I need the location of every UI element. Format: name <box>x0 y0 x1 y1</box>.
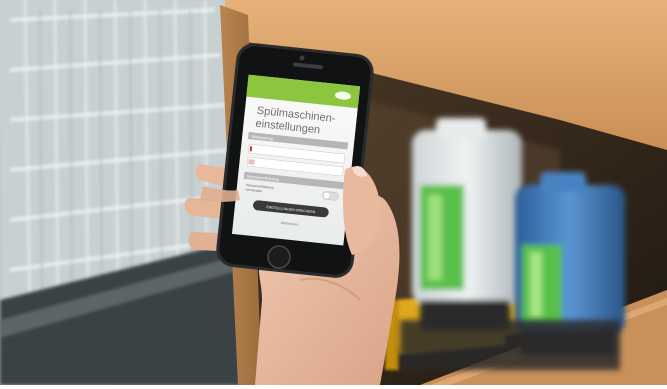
field2-marker-icon <box>248 159 255 165</box>
scene-svg: Spülmaschinen- einstellungen Wassertemp … <box>0 0 667 385</box>
detergent-canister-white <box>412 118 522 330</box>
phone-screen: Spülmaschinen- einstellungen Wassertemp … <box>231 74 361 246</box>
photo-scene: Spülmaschinen- einstellungen Wassertemp … <box>0 0 667 385</box>
